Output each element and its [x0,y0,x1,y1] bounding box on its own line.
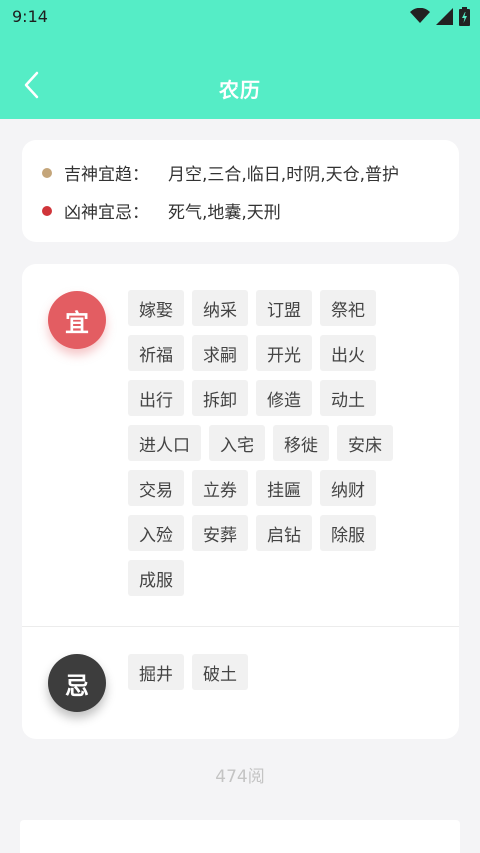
status-icons [410,6,470,26]
inauspicious-dot [42,205,52,216]
tag-item: 进人口 [128,425,201,461]
tag-item: 掘井 [128,654,184,690]
inauspicious-gods-value: 死气,地囊,天刑 [168,203,281,223]
tag-item: 移徙 [273,425,329,461]
auspicious-dot [42,167,52,178]
tag-item: 纳财 [320,470,376,506]
tag-item: 立券 [192,470,248,506]
tag-item: 嫁娶 [128,290,184,326]
inauspicious-gods-label: 凶神宜忌： [64,203,149,223]
cellular-signal-icon [436,7,453,25]
inauspicious-gods-row: 凶神宜忌： 死气,地囊,天刑 [42,198,281,223]
auspicious-gods-row: 吉神宜趋： 月空,三合,临日,时阴,天仓,普护 [42,160,399,185]
tag-item: 订盟 [256,290,312,326]
tag-item: 出火 [320,335,376,371]
tag-item: 求嗣 [192,335,248,371]
yi-tag-list: 嫁娶 纳采 订盟 祭祀祈福 求嗣 开光 出火出行 拆卸 修造 动土进人口 入宅 移徙 安床交易 立券 挂匾纳… [128,290,428,596]
next-card [20,820,460,853]
yi-badge: 宜 [48,291,106,349]
tag-item: 入殓 [128,515,184,551]
tag-item: 安床 [337,425,393,461]
tag-item: 挂匾 [256,470,312,506]
auspicious-gods-label: 吉神宜趋： [64,165,149,185]
app-bar: 农历 [0,34,480,119]
page-title: 农历 [219,78,261,102]
tag-item: 祭祀 [320,290,376,326]
auspicious-gods-value: 月空,三合,临日,时阴,天仓,普护 [168,165,400,185]
tag-item: 除服 [320,515,376,551]
tag-item: 祈福 [128,335,184,371]
gods-card: 吉神宜趋： 月空,三合,临日,时阴,天仓,普护 凶神宜忌： 死气,地囊,天刑 [22,140,459,242]
tag-item: 修造 [256,380,312,416]
battery-icon [459,6,470,26]
wifi-icon [410,8,430,23]
tag-item: 破土 [192,654,248,690]
tag-item: 入宅 [209,425,265,461]
ji-badge: 忌 [48,654,106,712]
tag-item: 纳采 [192,290,248,326]
tag-item: 安葬 [192,515,248,551]
tag-item: 出行 [128,380,184,416]
status-bar: 9:14 [0,0,480,34]
tag-item: 动土 [320,380,376,416]
status-time: 9:14 [12,7,48,26]
yi-ji-card: 宜 嫁娶 纳采 订盟 祭祀祈福 求嗣 开光 出火出行 拆卸 修造 动土进人口 入宅 移徙 安床交易 立券挂… [22,264,459,739]
tag-item: 开光 [256,335,312,371]
tag-item: 成服 [128,560,184,596]
tag-item: 拆卸 [192,380,248,416]
divider [22,626,459,627]
read-count: 474阅 [215,767,265,787]
tag-item: 交易 [128,470,184,506]
ji-tag-list: 掘井 破土 [128,654,428,690]
tag-item: 启钻 [256,515,312,551]
